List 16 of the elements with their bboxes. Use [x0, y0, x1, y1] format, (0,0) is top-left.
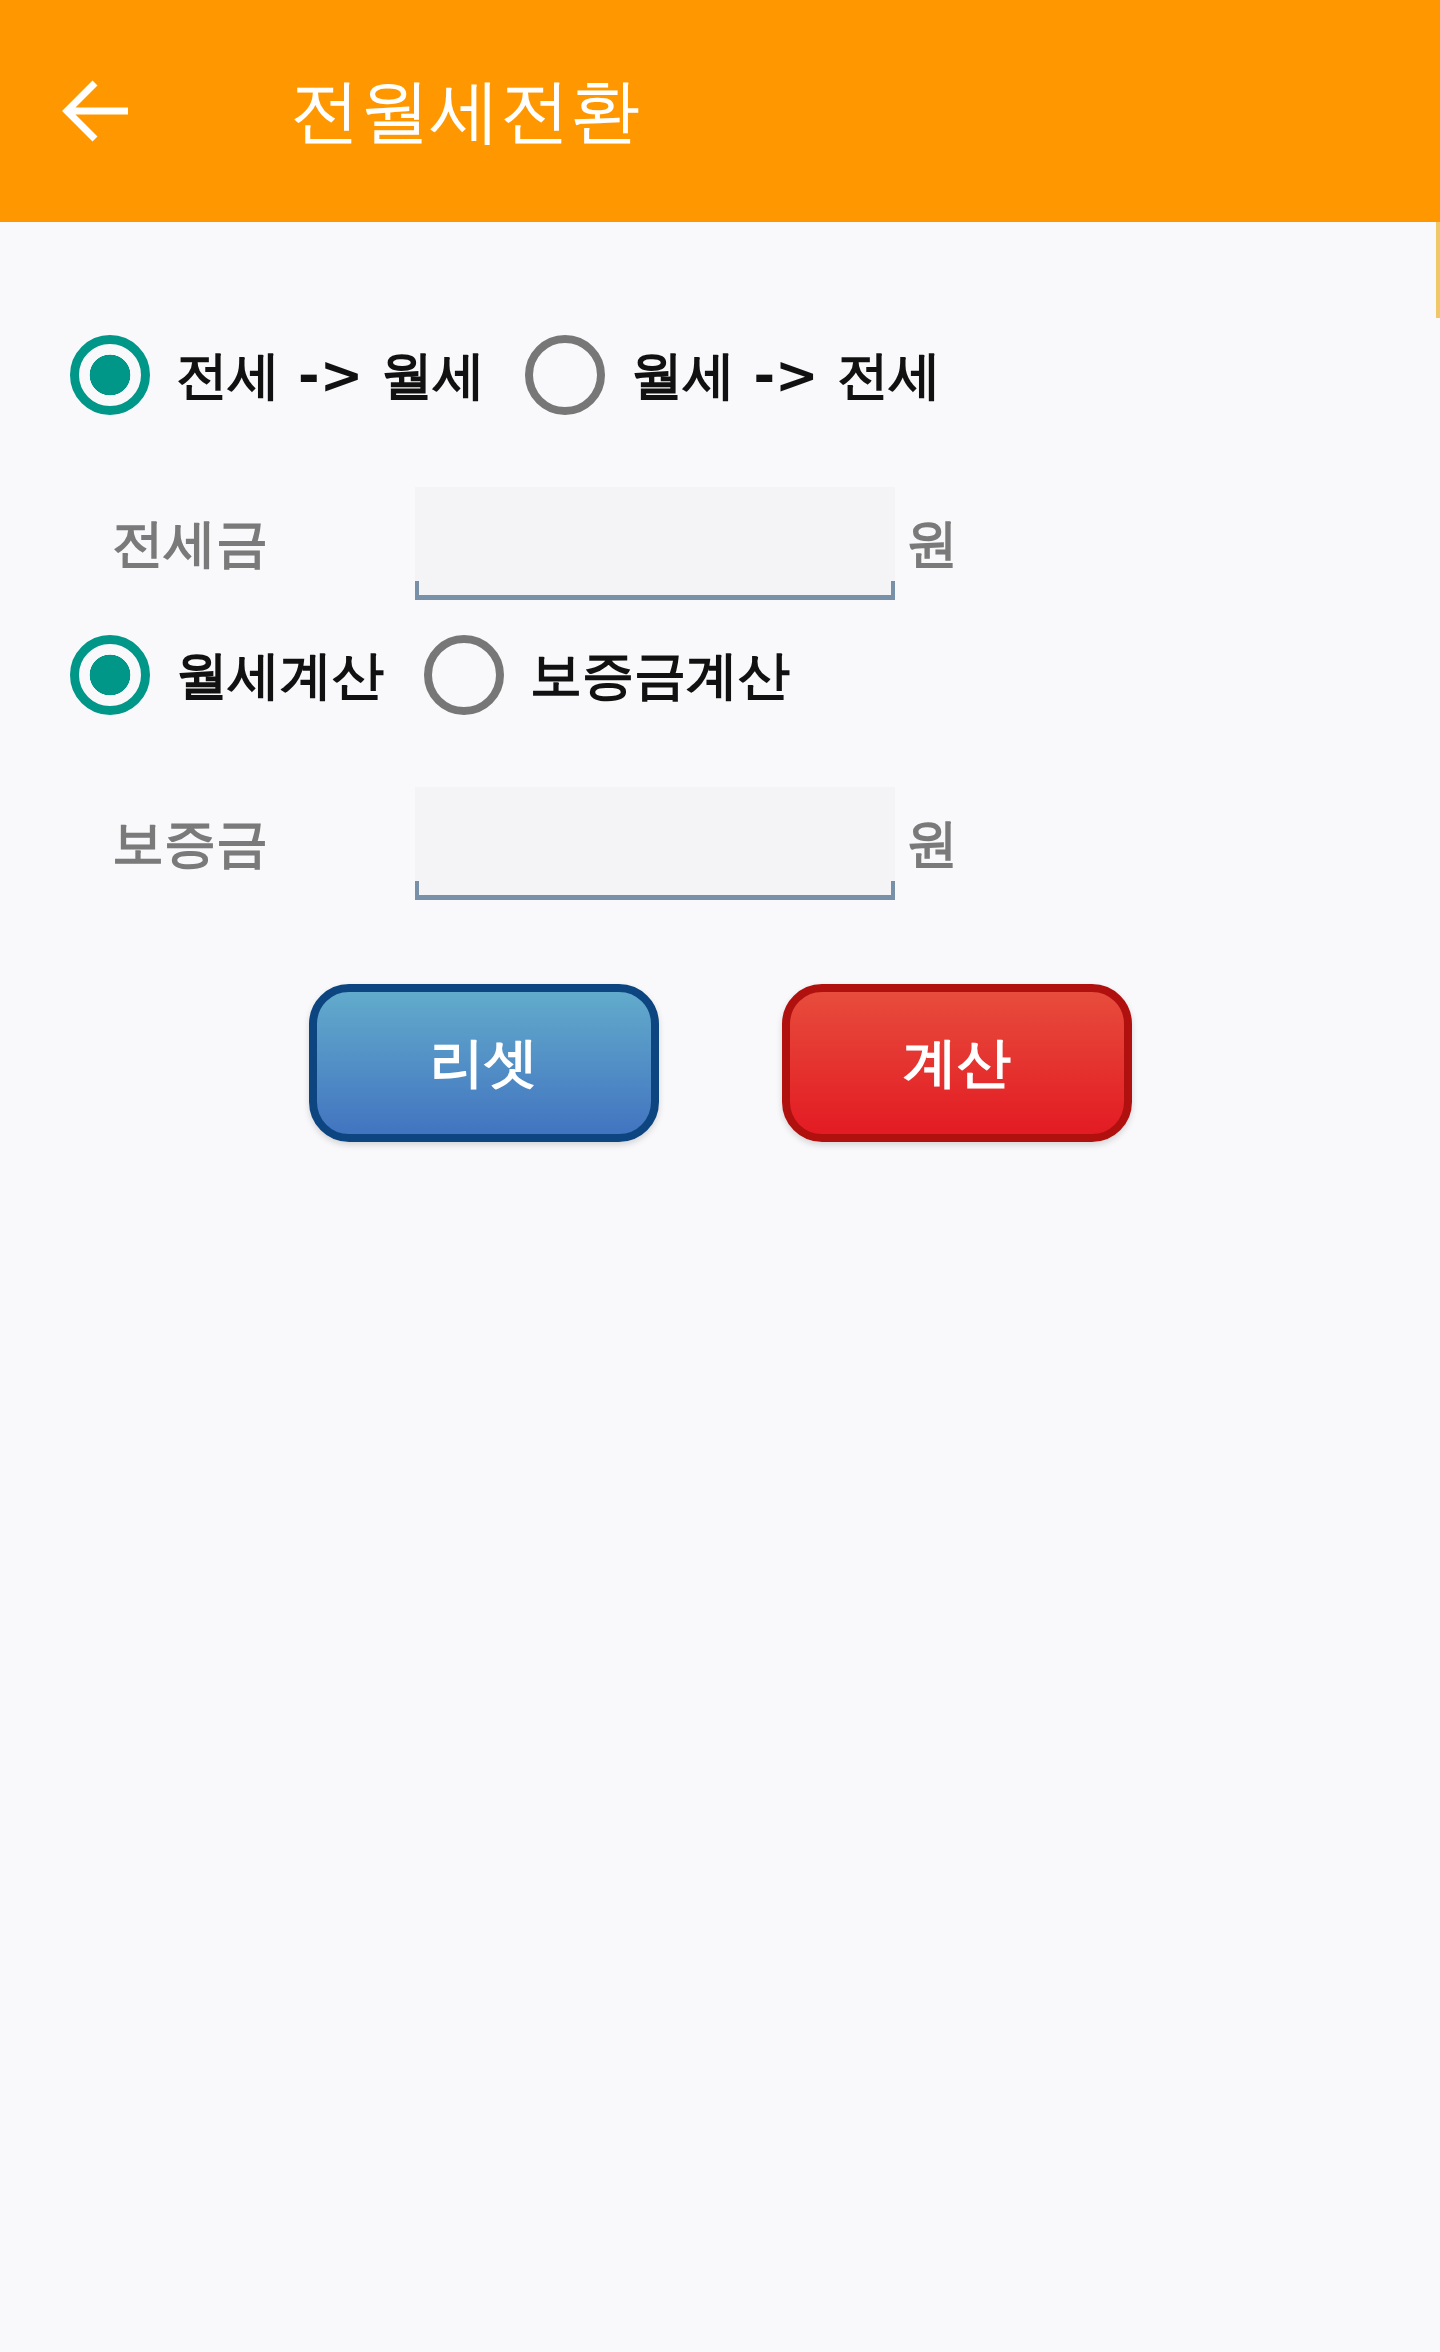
- unit-label: 원: [906, 512, 958, 575]
- amount-input-field[interactable]: [415, 787, 895, 900]
- radio-button[interactable]: [424, 635, 504, 715]
- radio-label[interactable]: 보증금계산: [530, 643, 790, 707]
- unit-label: 원: [906, 812, 958, 875]
- calculate-button[interactable]: 계산: [781, 984, 1132, 1142]
- app-title: 전월세전환: [290, 69, 640, 153]
- radio-button[interactable]: [525, 335, 606, 415]
- field-label: 전세금: [112, 512, 269, 575]
- radio-label[interactable]: 월세 -> 전세: [631, 343, 941, 407]
- radio-label[interactable]: 월세계산: [176, 643, 384, 707]
- amount-input-field[interactable]: [415, 487, 895, 600]
- back-arrow-icon: [62, 78, 128, 144]
- radio-label[interactable]: 전세 -> 월세: [176, 343, 486, 407]
- back-button[interactable]: [62, 78, 128, 144]
- field-label: 보증금: [112, 812, 269, 875]
